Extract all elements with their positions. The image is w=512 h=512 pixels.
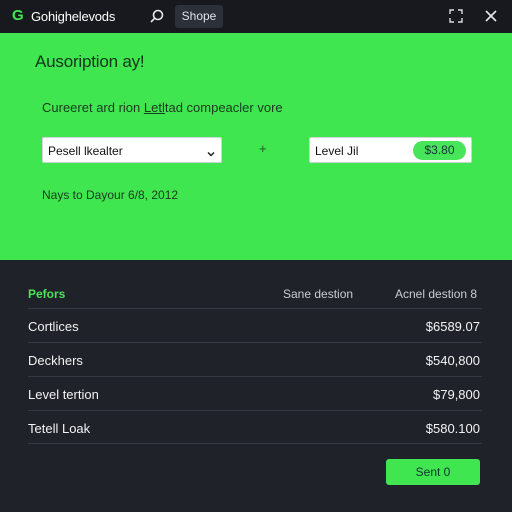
row-name: Level tertion — [28, 387, 99, 402]
resize-icon[interactable] — [448, 8, 464, 24]
logo-icon: G — [12, 7, 24, 24]
column-header-acnel-destion[interactable]: Acnel destion 8 — [395, 287, 477, 301]
row-amount: $6589.07 — [425, 319, 480, 334]
level-label: Level Jil — [315, 144, 359, 158]
row-amount: $540,800 — [425, 353, 480, 368]
plan-select-value: Pesell lkealter — [48, 144, 123, 158]
row-name: Cortlices — [28, 319, 79, 334]
table-row[interactable]: Deckhers $540,800 — [28, 342, 482, 376]
date-text: Nays to Dayour 6/8, 2012 — [42, 188, 179, 202]
row-amount: $79,800 — [433, 387, 480, 402]
subtitle-text-start: Cureeret ard — [42, 100, 119, 115]
chevron-down-icon — [206, 146, 216, 157]
hero-title: Ausoription ay! — [35, 52, 145, 71]
hero-panel: Ausoription ay! Cureeret ard rion Letlta… — [0, 33, 512, 260]
row-name: Deckhers — [28, 353, 83, 368]
price-badge: $3.80 — [413, 141, 466, 160]
title-bar: G Gohighelevods Shope — [0, 0, 512, 33]
column-header-sane-destion[interactable]: Sane destion — [283, 287, 353, 301]
sent-button[interactable]: Sent 0 — [386, 459, 480, 485]
search-icon[interactable] — [147, 7, 167, 27]
plan-select[interactable]: Pesell lkealter — [42, 137, 222, 163]
column-header-pefors[interactable]: Pefors — [28, 287, 65, 301]
table-row[interactable]: Tetell Loak $580.100 — [28, 410, 482, 444]
table-row[interactable]: Level tertion $79,800 — [28, 376, 482, 410]
app-title: Gohighelevods — [31, 9, 116, 24]
close-icon[interactable] — [483, 8, 499, 24]
tab-shope[interactable]: Shope — [175, 5, 223, 28]
table-row[interactable]: Cortlices $6589.07 — [28, 308, 482, 342]
level-field[interactable]: Level Jil $3.80 — [309, 137, 472, 163]
row-amount: $580.100 — [425, 421, 480, 436]
subtitle-text-mid: rion — [118, 100, 144, 115]
plus-sign: + — [259, 141, 267, 156]
subtitle-text-end: tad compeacler vore — [164, 100, 283, 115]
row-name: Tetell Loak — [28, 421, 91, 436]
subtitle-link[interactable]: Letl — [144, 100, 165, 115]
hero-subtitle: Cureeret ard rion Letltad compeacler vor… — [42, 100, 283, 115]
